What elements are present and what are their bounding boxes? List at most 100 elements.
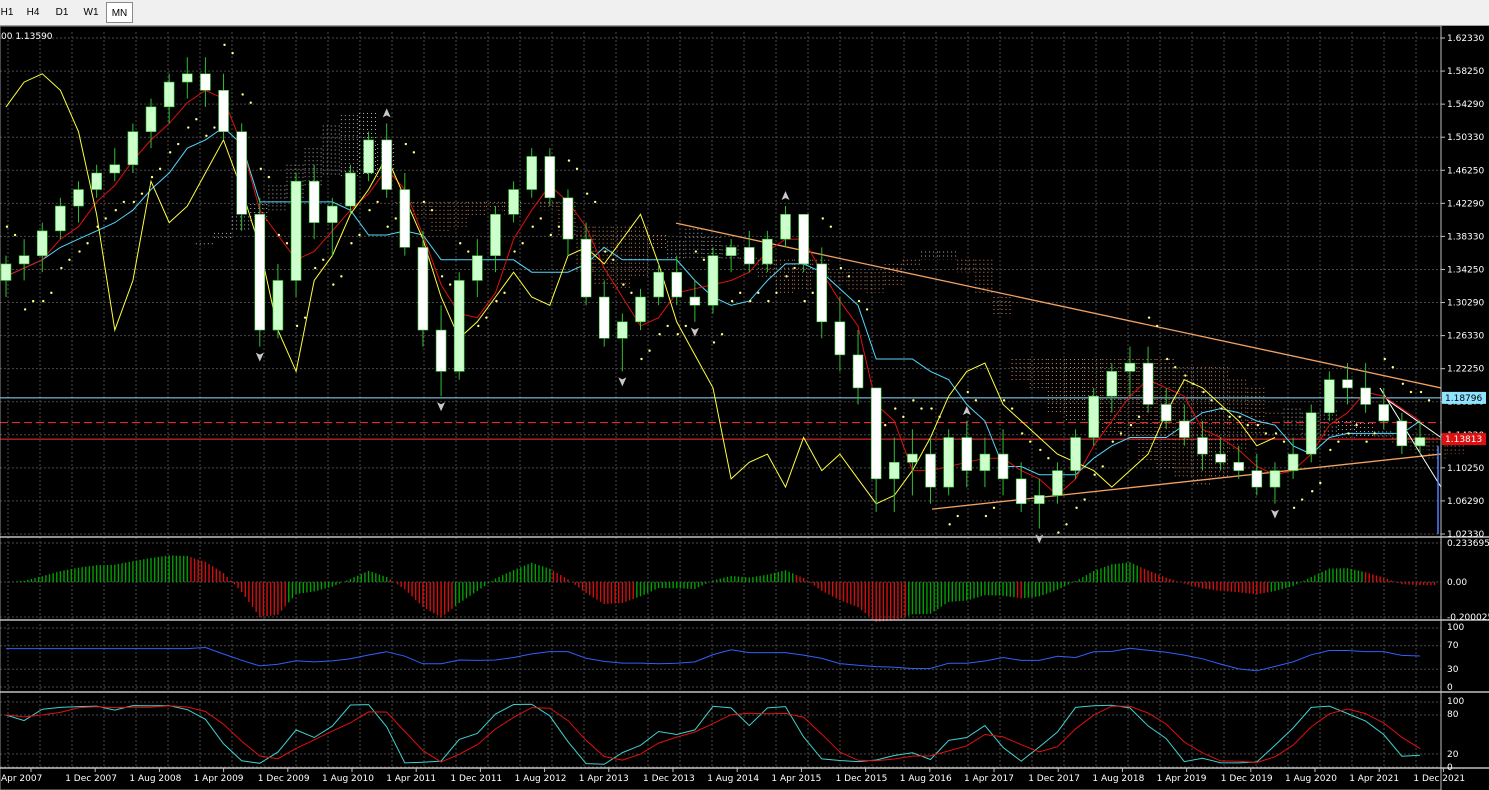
sar-dot bbox=[78, 250, 81, 253]
sar-dot bbox=[730, 299, 734, 303]
price-chart[interactable]: 1.62330 1.58250 1.54290 1.50330 1.46250 1.422… bbox=[0, 26, 1489, 790]
sar-dot bbox=[585, 192, 589, 195]
candle-body bbox=[254, 214, 266, 331]
timeframe-d1-button[interactable]: D1 bbox=[49, 2, 75, 23]
candle-body bbox=[1106, 371, 1118, 397]
candle-body bbox=[961, 437, 973, 471]
candle-body bbox=[181, 73, 193, 83]
sar-dot bbox=[1220, 407, 1223, 410]
time-axis-label: 1 Aug 2016 bbox=[900, 774, 952, 784]
candle-body bbox=[544, 156, 556, 199]
candle-body bbox=[689, 296, 701, 306]
sar-dot bbox=[495, 299, 498, 303]
candle-body bbox=[490, 214, 501, 256]
rsi-line bbox=[6, 646, 1421, 672]
price-axis-label: 1.62330 bbox=[1447, 34, 1484, 44]
sar-dot bbox=[285, 242, 289, 245]
sar-dot bbox=[1010, 407, 1014, 410]
candle-body bbox=[617, 321, 628, 339]
timeframe-mn-button[interactable]: MN bbox=[106, 2, 133, 23]
candle-body bbox=[472, 255, 483, 281]
candle-body bbox=[925, 453, 936, 488]
time-axis-label: 1 Aug 2010 bbox=[322, 774, 374, 784]
sar-dot bbox=[1210, 399, 1213, 402]
sar-dot bbox=[749, 299, 752, 303]
candle-body bbox=[1305, 412, 1317, 455]
sar-dot bbox=[1047, 456, 1050, 460]
stochastic-axis-label: 0 bbox=[1447, 763, 1453, 773]
candle-body bbox=[1360, 387, 1371, 405]
price-axis-label: 1.38330 bbox=[1447, 232, 1484, 242]
chart-info-label: 00 1.13590 bbox=[1, 32, 53, 42]
candle-body bbox=[109, 164, 121, 174]
sar-dot bbox=[658, 332, 661, 336]
sar-dot bbox=[477, 324, 480, 328]
time-axis-label: 1 Aug 2018 bbox=[1092, 774, 1144, 784]
candle-body bbox=[671, 271, 683, 298]
sar-dot bbox=[1111, 440, 1115, 443]
sar-dot bbox=[575, 167, 579, 171]
candle-body bbox=[653, 271, 664, 298]
candle-body bbox=[997, 453, 1009, 480]
sar-dot bbox=[132, 200, 136, 204]
ichimoku-cloud bbox=[195, 113, 1464, 486]
time-axis-label: 1 Aug 2012 bbox=[515, 774, 567, 784]
rsi-axis-label: 100 bbox=[1447, 623, 1464, 633]
sar-dot bbox=[694, 250, 698, 253]
price-axis-label: 1.22250 bbox=[1447, 365, 1484, 375]
sar-dot bbox=[1264, 432, 1268, 435]
sar-dot bbox=[894, 407, 897, 410]
sar-dot bbox=[177, 142, 180, 146]
candle-body bbox=[290, 180, 302, 281]
sar-dot bbox=[720, 332, 724, 336]
sar-dot bbox=[158, 167, 162, 171]
timeframe-h1-button[interactable]: H1 bbox=[0, 2, 14, 23]
candle-body bbox=[73, 189, 84, 207]
candle-body bbox=[1233, 462, 1245, 471]
sar-dot bbox=[1355, 423, 1358, 427]
sar-dot bbox=[1093, 473, 1096, 476]
sar-dot bbox=[358, 233, 361, 237]
sar-dot bbox=[938, 415, 941, 419]
sar-dot bbox=[1347, 432, 1350, 435]
candle-body bbox=[1324, 379, 1335, 414]
time-axis-label: 1 Aug 2014 bbox=[707, 774, 759, 784]
sar-dot bbox=[1057, 531, 1060, 534]
sar-dot bbox=[920, 407, 923, 410]
candle-body bbox=[200, 73, 211, 91]
sar-dot bbox=[1002, 399, 1006, 402]
candle-body bbox=[272, 280, 284, 331]
sar-dot bbox=[5, 225, 9, 228]
sar-dot bbox=[757, 291, 760, 295]
sar-dot bbox=[485, 316, 488, 319]
candle-body bbox=[1396, 420, 1408, 447]
timeframe-w1-button[interactable]: W1 bbox=[78, 2, 104, 23]
sar-dot bbox=[622, 283, 625, 286]
candle-body bbox=[762, 238, 773, 265]
sar-dot bbox=[1311, 490, 1314, 493]
sar-dot bbox=[684, 324, 688, 328]
horizontal-lines bbox=[0, 397, 1441, 440]
candle-body bbox=[852, 354, 864, 389]
time-axis-label: 1 Dec 2009 bbox=[258, 774, 310, 784]
timeframe-h4-button[interactable]: H4 bbox=[20, 2, 46, 23]
candle-body bbox=[635, 296, 646, 323]
sar-dot bbox=[549, 233, 553, 237]
sar-dot bbox=[1155, 324, 1159, 328]
price-axis-label: 1.30290 bbox=[1447, 299, 1484, 309]
sar-dot bbox=[150, 175, 154, 179]
sar-dot bbox=[303, 316, 307, 319]
sar-dot bbox=[187, 126, 190, 129]
sar-dot bbox=[839, 266, 843, 270]
time-axis-label: 1 Apr 2017 bbox=[964, 774, 1014, 784]
sar-dot bbox=[340, 275, 343, 278]
time-axis-label: 1 Apr 2015 bbox=[771, 774, 821, 784]
sar-dot bbox=[521, 242, 524, 245]
candle-body bbox=[1269, 470, 1281, 488]
sar-dot bbox=[1256, 423, 1260, 427]
price-axis-label: 1.58250 bbox=[1447, 67, 1484, 77]
sar-dot bbox=[1202, 390, 1205, 394]
price-axis-label: 1.50330 bbox=[1447, 133, 1484, 143]
sar-dot bbox=[68, 258, 71, 261]
sar-dot bbox=[60, 266, 63, 270]
